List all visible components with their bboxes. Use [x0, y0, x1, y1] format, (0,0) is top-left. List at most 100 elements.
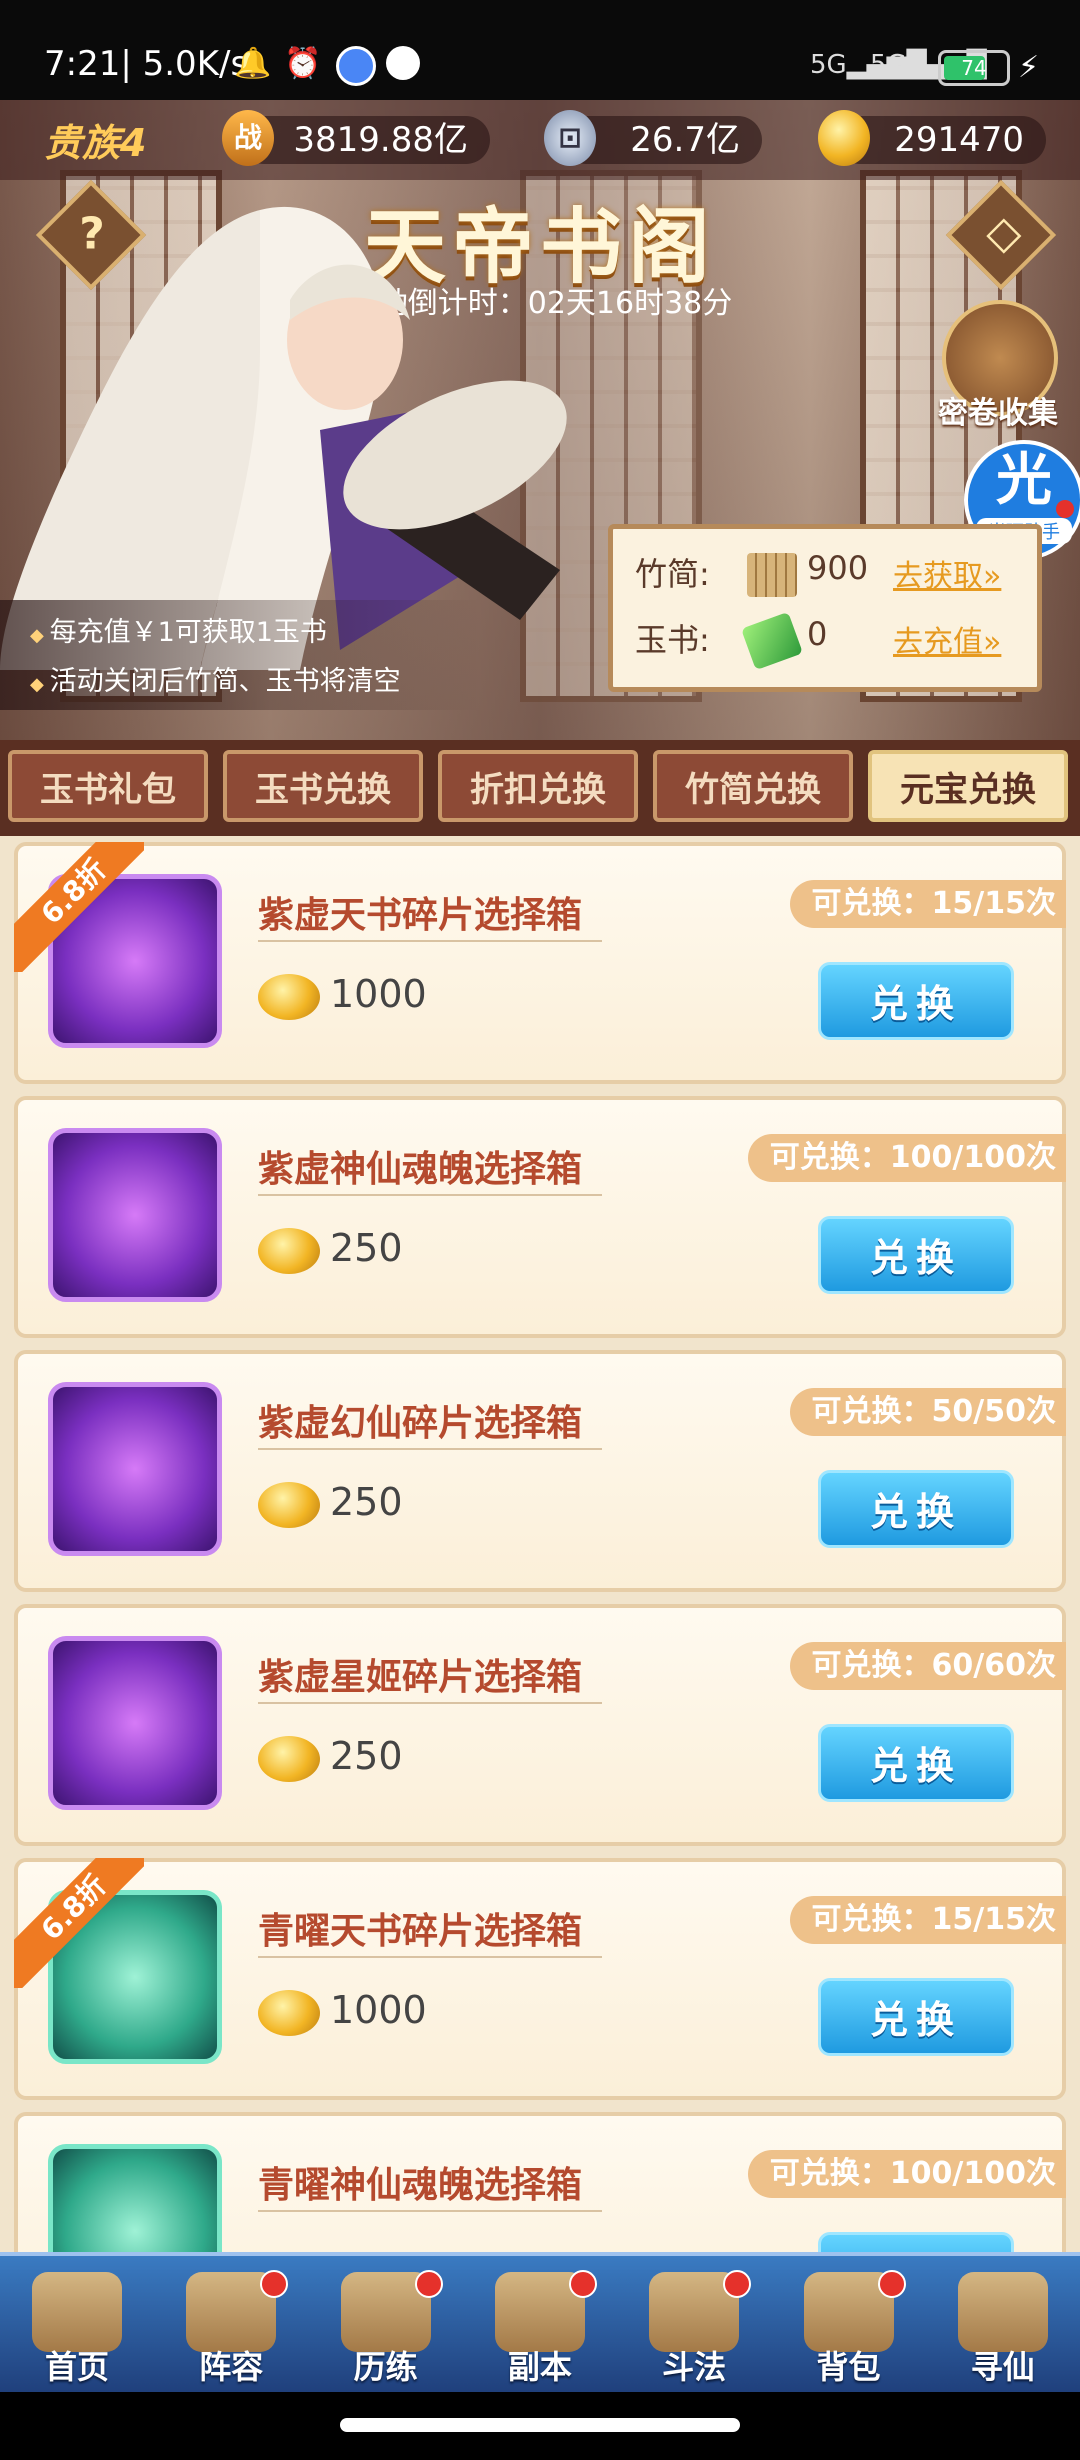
list-item: 紫虚天书碎片选择箱 1000 可兑换：15/15次兑换 6.8折 — [14, 842, 1066, 1084]
notification-dot — [568, 2270, 597, 2298]
exchange-quota: 可兑换：100/100次 — [747, 1134, 1066, 1182]
exchange-quota: 可兑换：15/15次 — [789, 880, 1066, 928]
notification-dot — [414, 2270, 443, 2298]
home-indicator-bar — [0, 2392, 1080, 2460]
divider — [258, 1702, 602, 1704]
exchange-quota: 可兑换：15/15次 — [789, 1896, 1066, 1944]
item-chest-icon[interactable] — [48, 1636, 222, 1810]
battery-level: 74 — [961, 56, 987, 80]
nav-item-label: 斗法 — [662, 2348, 727, 2386]
exchange-button[interactable]: 兑换 — [818, 1470, 1014, 1548]
item-chest-icon[interactable] — [48, 2144, 222, 2252]
get-bamboo-link[interactable]: 去获取» — [893, 551, 1001, 595]
gold-ingot-icon — [258, 1736, 320, 1782]
discount-ribbon: 6.8折 — [14, 1858, 144, 1988]
discount-label: 6.8折 — [14, 842, 144, 972]
bottom-nav: 首页 阵容 历练 副本 斗法 背包 寻仙 — [0, 2252, 1080, 2396]
gold-ingot-icon — [258, 1228, 320, 1274]
notification-dot — [723, 2270, 752, 2298]
gold-value: 291470 — [894, 120, 1024, 160]
list-item: 紫虚星姬碎片选择箱 250 可兑换：60/60次兑换 — [14, 1604, 1066, 1846]
gold-ingot-icon — [258, 974, 320, 1020]
item-name: 青曜天书碎片选择箱 — [258, 1911, 583, 1952]
notification-dot — [1056, 500, 1074, 518]
nav-item-1[interactable]: 阵容 — [154, 2256, 308, 2396]
exchange-quota: 可兑换：50/50次 — [789, 1388, 1066, 1436]
nav-item-3[interactable]: 副本 — [463, 2256, 617, 2396]
item-price: 250 — [330, 1226, 403, 1270]
currency-panel: 竹简: 900 去获取» 玉书: 0 去充值» — [608, 524, 1042, 692]
app-badge-icon — [336, 46, 376, 86]
status-bar: 7:21| 5.0K/s 🔔 ⏰ 5G▂▄▆█ 5G▂▄▆█ 74 ⚡ — [0, 0, 1080, 100]
jade-value: 0 — [807, 615, 828, 653]
divider — [258, 940, 602, 942]
item-chest-icon[interactable] — [48, 1382, 222, 1556]
list-item: 青曜天书碎片选择箱 1000 可兑换：15/15次兑换 6.8折 — [14, 1858, 1066, 2100]
home-indicator[interactable] — [340, 2418, 740, 2432]
exchange-quota: 可兑换：100/100次 — [747, 2150, 1066, 2198]
item-chest-icon[interactable] — [48, 1128, 222, 1302]
exchange-button[interactable]: 兑换 — [818, 2232, 1014, 2252]
item-price: 1000 — [330, 1988, 427, 2032]
jade-book-icon — [740, 611, 804, 671]
status-time: 7:21| 5.0K/s — [44, 44, 249, 84]
bamboo-slip-icon — [747, 553, 797, 597]
divider — [258, 1194, 602, 1196]
nav-item-0[interactable]: 首页 — [0, 2256, 154, 2396]
tab-2[interactable]: 折扣兑换 — [438, 750, 638, 822]
divider — [258, 2210, 602, 2212]
nav-item-icon — [32, 2272, 122, 2352]
nav-item-label: 阵容 — [199, 2348, 264, 2386]
nav-item-label: 背包 — [816, 2348, 881, 2386]
divider — [258, 1448, 602, 1450]
item-price: 1000 — [330, 972, 427, 1016]
exchange-button[interactable]: 兑换 — [818, 1216, 1014, 1294]
note-line: 每充值￥1可获取1玉书 — [30, 610, 480, 649]
item-name: 紫虚天书碎片选择箱 — [258, 895, 583, 936]
item-price: 250 — [330, 1734, 403, 1778]
list-item: 紫虚神仙魂魄选择箱 250 可兑换：100/100次兑换 — [14, 1096, 1066, 1338]
gold-ingot-icon — [258, 1482, 320, 1528]
nav-item-label: 寻仙 — [970, 2348, 1035, 2386]
nav-item-4[interactable]: 斗法 — [617, 2256, 771, 2396]
tab-bar: 玉书礼包 玉书兑换 折扣兑换 竹简兑换 元宝兑换 — [0, 740, 1080, 836]
nav-item-5[interactable]: 背包 — [772, 2256, 926, 2396]
bamboo-value: 900 — [807, 549, 869, 587]
item-name: 紫虚幻仙碎片选择箱 — [258, 1403, 583, 1444]
scroll-collection-label[interactable]: 密卷收集 — [928, 388, 1068, 432]
app-avatar-icon — [386, 46, 420, 80]
nav-item-label: 历练 — [353, 2348, 418, 2386]
exchange-list: 紫虚天书碎片选择箱 1000 可兑换：15/15次 兑换 6.8折 紫虚神仙魂魄选择箱 25… — [0, 836, 1080, 2252]
alarm-clock-icon: ⏰ — [284, 46, 322, 81]
discount-ribbon: 6.8折 — [14, 842, 144, 972]
battery-icon: 74 — [938, 50, 1010, 86]
bamboo-row: 竹简: 900 — [635, 549, 868, 609]
tab-4[interactable]: 元宝兑换 — [868, 750, 1068, 822]
tab-1[interactable]: 玉书兑换 — [223, 750, 423, 822]
exchange-button[interactable]: 兑换 — [818, 1978, 1014, 2056]
event-notes: 每充值￥1可获取1玉书 活动关闭后竹简、玉书将清空 — [0, 600, 480, 710]
item-name: 青曜神仙魂魄选择箱 — [258, 2165, 583, 2206]
notification-bell-icon: 🔔 — [234, 46, 272, 81]
exchange-button[interactable]: 兑换 — [818, 962, 1014, 1040]
gold-display: 291470 — [818, 110, 1046, 166]
nav-item-2[interactable]: 历练 — [309, 2256, 463, 2396]
tab-0[interactable]: 玉书礼包 — [8, 750, 208, 822]
nav-item-icon — [957, 2272, 1048, 2352]
recharge-link[interactable]: 去充值» — [893, 617, 1001, 661]
jade-label: 玉书: — [635, 621, 710, 659]
gold-ingot-icon — [818, 110, 870, 166]
exchange-quota: 可兑换：60/60次 — [789, 1642, 1066, 1690]
item-name: 紫虚星姬碎片选择箱 — [258, 1657, 583, 1698]
bamboo-label: 竹简: — [635, 555, 710, 593]
item-price: 250 — [330, 1480, 403, 1524]
discount-label: 6.8折 — [14, 1858, 144, 1988]
charging-icon: ⚡ — [1018, 50, 1040, 85]
exchange-button[interactable]: 兑换 — [818, 1724, 1014, 1802]
item-name: 紫虚神仙魂魄选择箱 — [258, 1149, 583, 1190]
divider — [258, 1956, 602, 1958]
silver-value: 26.7亿 — [630, 120, 740, 160]
nav-item-6[interactable]: 寻仙 — [926, 2256, 1080, 2396]
list-item: 青曜神仙魂魄选择箱 可兑换：100/100次兑换 — [14, 2112, 1066, 2252]
tab-3[interactable]: 竹简兑换 — [653, 750, 853, 822]
